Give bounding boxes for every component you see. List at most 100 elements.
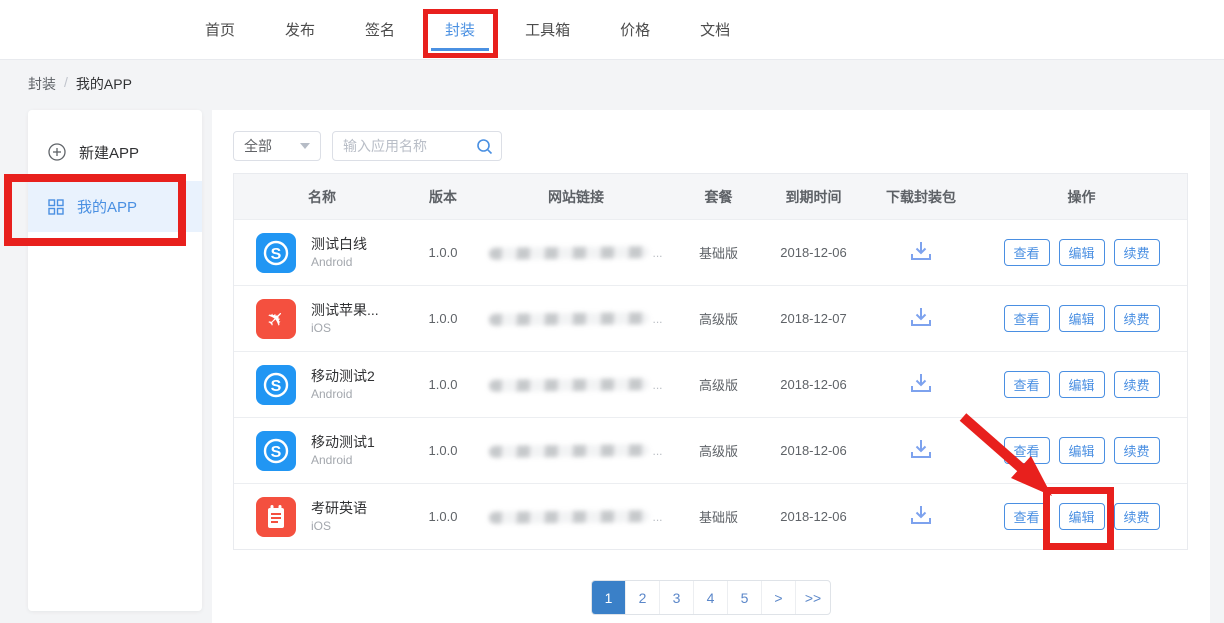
plan-badge: 基础版 (676, 243, 761, 262)
sidebar-item-label: 我的APP (77, 196, 137, 217)
filter-dropdown-value: 全部 (244, 136, 272, 156)
link-ellipsis: ... (652, 246, 662, 260)
app-version: 1.0.0 (410, 377, 476, 392)
nav-item-3[interactable]: 签名 (365, 19, 395, 40)
page-3[interactable]: 3 (660, 581, 694, 614)
table-row: S测试白线Android1.0.0...基础版2018-12-06查看编辑续费 (234, 219, 1187, 285)
link-ellipsis: ... (652, 312, 662, 326)
svg-text:S: S (271, 246, 282, 263)
renew-button[interactable]: 续费 (1114, 305, 1160, 332)
s-logo-blue-icon: S (256, 431, 296, 471)
app-name: 移动测试1 (311, 433, 375, 452)
plus-circle-icon (48, 143, 66, 161)
filter-dropdown[interactable]: 全部 (233, 131, 321, 161)
page-5[interactable]: 5 (728, 581, 762, 614)
app-name-cell: 考研英语iOS (234, 497, 410, 537)
column-header: 到期时间 (761, 187, 866, 207)
column-header: 网站链接 (476, 187, 676, 207)
nav-item-4[interactable]: 封装 (445, 19, 475, 40)
view-button[interactable]: 查看 (1004, 305, 1050, 332)
website-link-cell: ... (476, 444, 676, 458)
sidebar-item-new-app[interactable]: 新建APP (28, 132, 202, 172)
nav-item-2[interactable]: 发布 (285, 19, 315, 40)
page-last[interactable]: >> (796, 581, 830, 614)
page-next[interactable]: > (762, 581, 796, 614)
breadcrumb: 封装 / 我的APP (28, 74, 132, 94)
top-nav: 首页 发布 签名 封装 工具箱 价格 文档 (205, 0, 730, 59)
chevron-down-icon (300, 143, 310, 149)
edit-button[interactable]: 编辑 (1059, 305, 1105, 332)
website-link-cell: ... (476, 246, 676, 260)
plan-badge: 高级版 (676, 375, 761, 394)
app-platform: Android (311, 452, 375, 468)
expiry-date: 2018-12-07 (761, 311, 866, 326)
app-table: 名称版本网站链接套餐到期时间下载封装包操作 S测试白线Android1.0.0.… (233, 173, 1188, 550)
download-icon[interactable] (910, 241, 932, 261)
app-name: 考研英语 (311, 499, 367, 518)
website-link-cell: ... (476, 510, 676, 524)
download-icon[interactable] (910, 373, 932, 393)
view-button[interactable]: 查看 (1004, 437, 1050, 464)
view-button[interactable]: 查看 (1004, 239, 1050, 266)
download-icon[interactable] (910, 307, 932, 327)
table-row: 考研英语iOS1.0.0...基础版2018-12-06查看编辑续费 (234, 483, 1187, 549)
main-panel: 全部 名称版本网站链接套餐到期时间下载封装包操作 S测试白线Android1.0… (212, 110, 1210, 623)
redacted-link (489, 510, 649, 524)
breadcrumb-section[interactable]: 封装 (28, 74, 56, 94)
nav-item-7[interactable]: 文档 (700, 19, 730, 40)
nav-item-6[interactable]: 价格 (620, 19, 650, 40)
sidebar-item-my-app[interactable]: 我的APP (28, 181, 202, 232)
renew-button[interactable]: 续费 (1114, 503, 1160, 530)
app-platform: iOS (311, 320, 379, 336)
renew-button[interactable]: 续费 (1114, 239, 1160, 266)
airplane-red-icon: ✈ (256, 299, 296, 339)
edit-button[interactable]: 编辑 (1059, 239, 1105, 266)
app-platform: Android (311, 386, 375, 402)
page-2[interactable]: 2 (626, 581, 660, 614)
actions-cell: 查看编辑续费 (976, 437, 1187, 464)
renew-button[interactable]: 续费 (1114, 371, 1160, 398)
page-4[interactable]: 4 (694, 581, 728, 614)
notepad-red-icon (256, 497, 296, 537)
page-1[interactable]: 1 (592, 581, 626, 614)
app-version: 1.0.0 (410, 443, 476, 458)
search-icon[interactable] (476, 138, 493, 160)
search-input[interactable] (343, 132, 468, 160)
app-platform: Android (311, 254, 367, 270)
app-version: 1.0.0 (410, 311, 476, 326)
table-header-row: 名称版本网站链接套餐到期时间下载封装包操作 (234, 174, 1187, 219)
table-body: S测试白线Android1.0.0...基础版2018-12-06查看编辑续费✈… (234, 219, 1187, 549)
expiry-date: 2018-12-06 (761, 245, 866, 260)
actions-cell: 查看编辑续费 (976, 503, 1187, 530)
view-button[interactable]: 查看 (1004, 503, 1050, 530)
actions-cell: 查看编辑续费 (976, 305, 1187, 332)
redacted-link (489, 312, 649, 326)
svg-text:S: S (271, 378, 282, 395)
column-header: 套餐 (676, 187, 761, 207)
app-name: 测试苹果... (311, 301, 379, 320)
app-name: 移动测试2 (311, 367, 375, 386)
nav-item-5[interactable]: 工具箱 (525, 19, 570, 40)
app-name-cell: ✈ 测试苹果...iOS (234, 299, 410, 339)
breadcrumb-separator: / (64, 74, 68, 94)
search-box (332, 131, 502, 161)
link-ellipsis: ... (652, 444, 662, 458)
s-logo-blue-icon: S (256, 233, 296, 273)
edit-button[interactable]: 编辑 (1059, 503, 1105, 530)
s-logo-blue-icon: S (256, 365, 296, 405)
redacted-link (489, 444, 649, 458)
sidebar: 新建APP 我的APP (28, 110, 202, 611)
table-row: S移动测试1Android1.0.0...高级版2018-12-06查看编辑续费 (234, 417, 1187, 483)
expiry-date: 2018-12-06 (761, 377, 866, 392)
download-icon[interactable] (910, 439, 932, 459)
link-ellipsis: ... (652, 510, 662, 524)
nav-item-1[interactable]: 首页 (205, 19, 235, 40)
edit-button[interactable]: 编辑 (1059, 371, 1105, 398)
download-icon[interactable] (910, 505, 932, 525)
renew-button[interactable]: 续费 (1114, 437, 1160, 464)
website-link-cell: ... (476, 312, 676, 326)
link-ellipsis: ... (652, 378, 662, 392)
edit-button[interactable]: 编辑 (1059, 437, 1105, 464)
pagination: 12345>>> (591, 580, 831, 615)
view-button[interactable]: 查看 (1004, 371, 1050, 398)
